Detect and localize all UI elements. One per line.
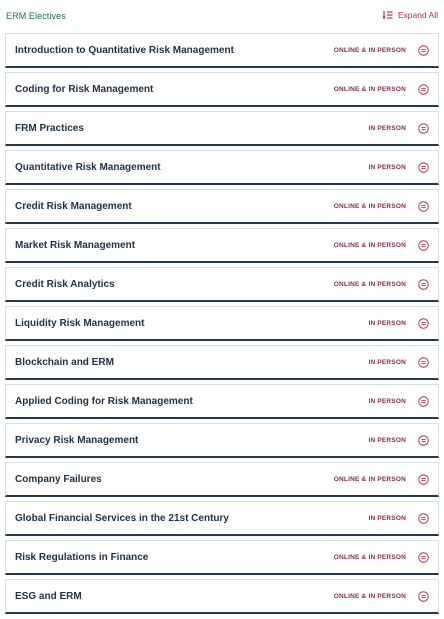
course-title: Risk Regulations in Finance [15,551,149,563]
delivery-mode-badge: ONLINE & IN PERSON [333,475,406,483]
course-title: Global Financial Services in the 21st Ce… [15,512,229,524]
delivery-mode-badge: IN PERSON [368,397,406,405]
delivery-mode-badge: ONLINE & IN PERSON [333,202,406,210]
expand-all-label: Expand All [397,10,438,20]
delivery-mode-badge: IN PERSON [368,514,406,522]
expand-toggle-icon[interactable] [418,44,429,56]
expand-toggle-icon[interactable] [418,200,429,212]
delivery-mode-badge: ONLINE & IN PERSON [333,592,406,600]
course-title: Blockchain and ERM [15,356,114,368]
course-accordion-item[interactable]: Risk Regulations in Finance ONLINE & IN P… [5,540,439,575]
course-accordion-item[interactable]: Company Failures ONLINE & IN PERSON [5,462,439,497]
expand-toggle-icon[interactable] [418,473,429,485]
delivery-mode-badge: IN PERSON [368,319,406,327]
expand-toggle-icon[interactable] [418,122,429,134]
expand-toggle-icon[interactable] [418,434,429,446]
course-accordion-item[interactable]: Privacy Risk Management IN PERSON [5,423,439,458]
section-title: ERM Electives [6,11,66,21]
course-title: Credit Risk Management [15,200,132,212]
course-title: Coding for Risk Management [15,83,154,95]
course-title: ESG and ERM [15,590,82,602]
expand-toggle-icon[interactable] [418,356,429,368]
delivery-mode-badge: ONLINE & IN PERSON [333,85,406,93]
delivery-mode-badge: ONLINE & IN PERSON [333,46,406,54]
course-title: Quantitative Risk Management [15,161,161,173]
expand-toggle-icon[interactable] [418,278,429,290]
delivery-mode-badge: ONLINE & IN PERSON [333,241,406,249]
course-title: Market Risk Management [15,239,136,251]
course-accordion-item[interactable]: ESG and ERM ONLINE & IN PERSON [5,579,439,614]
section-header: ERM Electives Expand All [0,0,444,33]
delivery-mode-badge: IN PERSON [368,436,406,444]
course-accordion-item[interactable]: Global Financial Services in the 21st Ce… [5,501,439,536]
course-title: Applied Coding for Risk Management [15,395,193,407]
delivery-mode-badge: IN PERSON [368,163,406,171]
expand-toggle-icon[interactable] [418,551,429,563]
course-title: Liquidity Risk Management [15,317,145,329]
course-accordion-item[interactable]: Quantitative Risk Management IN PERSON [5,150,439,185]
expand-toggle-icon[interactable] [418,590,429,602]
delivery-mode-badge: IN PERSON [368,358,406,366]
course-title: Credit Risk Analytics [15,278,115,290]
expand-list-icon [382,11,393,20]
course-accordion-item[interactable]: Coding for Risk Management ONLINE & IN PE… [5,72,439,107]
course-accordion-item[interactable]: FRM Practices IN PERSON [5,111,439,146]
course-accordion-item[interactable]: Blockchain and ERM IN PERSON [5,345,439,380]
course-accordion-item[interactable]: Applied Coding for Risk Management IN PER… [5,384,439,419]
delivery-mode-badge: ONLINE & IN PERSON [333,280,406,288]
expand-all-button[interactable]: Expand All [382,10,438,20]
course-accordion-item[interactable]: Introduction to Quantitative Risk Manage… [5,33,439,68]
course-title: Privacy Risk Management [15,434,139,446]
delivery-mode-badge: ONLINE & IN PERSON [333,553,406,561]
expand-toggle-icon[interactable] [418,239,429,251]
expand-toggle-icon[interactable] [418,317,429,329]
expand-toggle-icon[interactable] [418,512,429,524]
course-accordion-item[interactable]: Liquidity Risk Management IN PERSON [5,306,439,341]
course-accordion-item[interactable]: Market Risk Management ONLINE & IN PERSON [5,228,439,263]
course-title: FRM Practices [15,122,84,134]
delivery-mode-badge: IN PERSON [368,124,406,132]
expand-toggle-icon[interactable] [418,395,429,407]
expand-toggle-icon[interactable] [418,161,429,173]
expand-toggle-icon[interactable] [418,83,429,95]
course-title: Company Failures [15,473,102,485]
course-accordion-item[interactable]: Credit Risk Analytics ONLINE & IN PERSON [5,267,439,302]
course-accordion-item[interactable]: Credit Risk Management ONLINE & IN PERSON [5,189,439,224]
course-title: Introduction to Quantitative Risk Manage… [15,44,234,56]
